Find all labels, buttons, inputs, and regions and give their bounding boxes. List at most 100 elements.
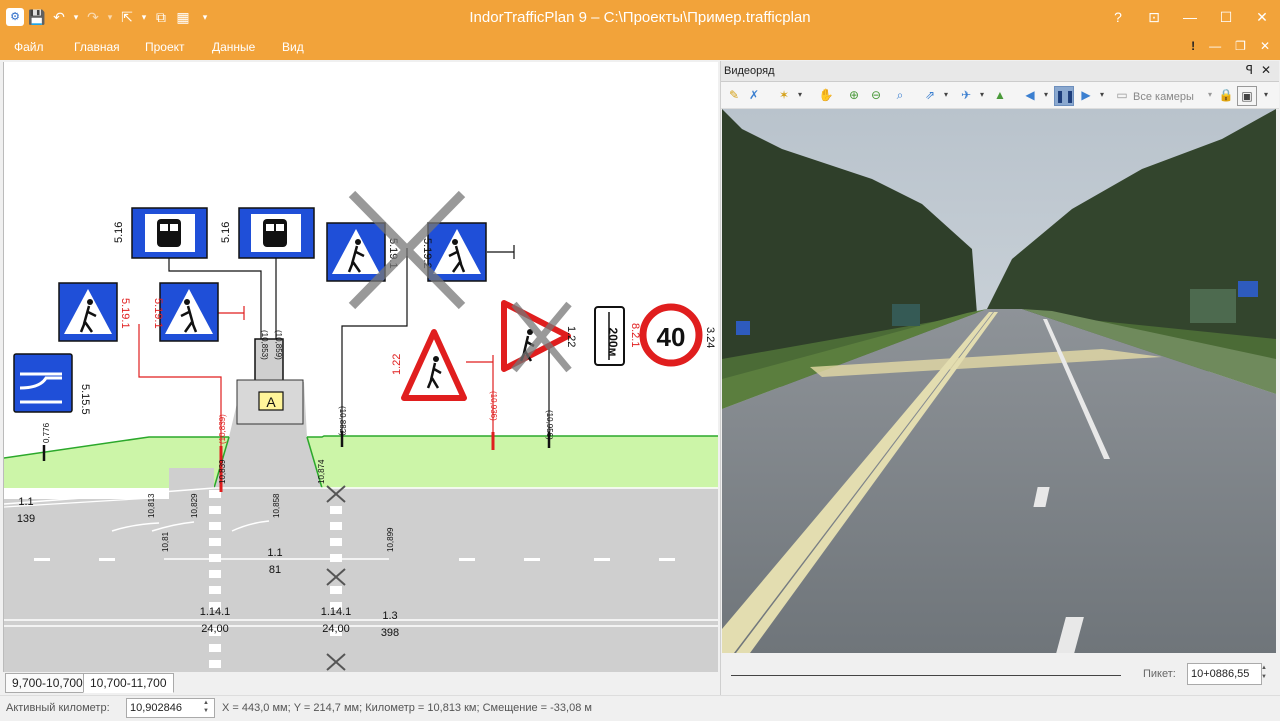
zoom-in-icon[interactable]: ⊕ (845, 86, 863, 104)
landscape-icon[interactable]: ▲ (991, 86, 1009, 104)
km-label: 10,81 (161, 531, 170, 552)
video-panel-title: Видеоряд (724, 65, 775, 77)
road-photo (722, 109, 1276, 653)
marking-code: 1.14.1 (200, 606, 231, 618)
pause-button[interactable]: ❚❚ (1054, 86, 1075, 106)
active-km-spinner[interactable]: ▲ ▼ (200, 699, 212, 717)
km-label: 10,813 (147, 493, 156, 518)
sign-code: 1.22 (565, 326, 577, 347)
ribbon-display-button[interactable]: ⊡ (1136, 0, 1172, 34)
route-dropdown-icon[interactable]: ▾ (937, 86, 955, 104)
pin-icon[interactable]: ꟼ (1246, 63, 1253, 77)
car-dropdown-icon[interactable]: ▾ (973, 86, 991, 104)
sign-5-15-5[interactable]: 5.15.5 (13, 353, 91, 415)
km-label: 10,839 (218, 459, 227, 484)
km-label: (10,936) (489, 391, 498, 421)
marking-length: 81 (269, 564, 281, 576)
video-toolbar: ✎ ✗ ✶ ▾ ✋ ⊕ ⊖ ⌕ ⇗ ▾ ✈ ▾ ▲ ◀ ▾ ❚❚ ▶ ▾ ▭ В… (721, 82, 1279, 109)
maximize-button[interactable]: ☐ (1208, 0, 1244, 34)
hand-pan-icon[interactable]: ✋ (817, 86, 835, 104)
clear-video-icon[interactable]: ✗ (745, 86, 763, 104)
lock-icon[interactable]: 🔒 (1217, 86, 1235, 104)
sign-code: 5.19.1 (119, 298, 131, 329)
help-button[interactable]: ? (1100, 0, 1136, 34)
title-bar: ⚙ 💾 ↶ ▾ ↷ ▾ ⇱ ▾ ⧉ ▦ ▾ IndorTrafficPlan 9… (0, 0, 1280, 36)
ribbon-tabs: Файл Главная Проект Данные Вид ! — ❐ ✕ (0, 36, 1280, 60)
plan-canvas[interactable]: А 5.15.5 5.19.1 5.19.1 5.16 5.16 5.19.1 … (3, 62, 718, 672)
tab-sheet-2[interactable]: 10,700-11,700 (83, 673, 174, 693)
menu-project[interactable]: Проект (145, 40, 185, 54)
window-controls: ? ⊡ — ☐ ✕ (1100, 0, 1280, 34)
sign-code: 3.24 (704, 327, 716, 348)
snapshot-dropdown-icon[interactable]: ▾ (1257, 86, 1275, 104)
zoom-out-icon[interactable]: ⊖ (867, 86, 885, 104)
minimize-button[interactable]: — (1172, 0, 1208, 34)
video-timeline: Пикет: 10+0886,55 ▲ ▼ (721, 657, 1279, 695)
sign-code: 8.2.1 (629, 323, 641, 347)
km-label: (10,839) (218, 414, 227, 444)
km-label: (10,859) (274, 330, 283, 360)
km-label: 10,829 (190, 493, 199, 518)
sign-5-16-b[interactable]: 5.16 (220, 207, 315, 259)
sheet-tabs: 9,700-10,700 10,700-11,700 (3, 672, 717, 694)
sign-3-24-speed-limit[interactable]: 40 3.24 (639, 303, 716, 367)
doc-close-button[interactable]: ✕ (1260, 39, 1270, 53)
camera-select[interactable]: Все камеры (1133, 91, 1194, 103)
sign-code: 5.16 (113, 222, 125, 243)
play-dropdown-icon[interactable]: ▾ (1093, 86, 1111, 104)
video-panel-header: Видеоряд ꟼ ✕ (721, 61, 1279, 82)
picket-label: Пикет: (1143, 668, 1176, 680)
step-back-dropdown-icon[interactable]: ▾ (1037, 86, 1055, 104)
plate-distance: 200м (606, 328, 620, 357)
snapshot-icon[interactable]: ▣ (1237, 86, 1257, 106)
sign-code: 5.16 (220, 222, 232, 243)
km-label: (10,956) (545, 410, 554, 440)
marking-code: 1.14.1 (321, 606, 352, 618)
effects-dropdown-icon[interactable]: ▾ (791, 86, 809, 104)
close-button[interactable]: ✕ (1244, 0, 1280, 34)
verge-area (4, 436, 718, 488)
sign-1-22-a[interactable]: 1.22 (391, 329, 467, 401)
window-title: IndorTrafficPlan 9 – C:\Проекты\Пример.t… (469, 9, 811, 26)
menu-home[interactable]: Главная (74, 40, 120, 54)
sign-5-19-1-a[interactable]: 5.19.1 (58, 282, 131, 342)
cursor-coordinates: X = 443,0 мм; Y = 214,7 мм; Километр = 1… (222, 702, 592, 714)
camera-list-icon[interactable]: ▭ (1113, 86, 1131, 104)
menu-view[interactable]: Вид (282, 40, 304, 54)
video-panel: Видеоряд ꟼ ✕ ✎ ✗ ✶ ▾ ✋ ⊕ ⊖ ⌕ ⇗ ▾ ✈ ▾ ▲ ◀… (720, 61, 1279, 695)
km-label: 10,874 (317, 459, 326, 484)
marking-length: 139 (17, 513, 35, 525)
doc-restore-button[interactable]: ❐ (1235, 39, 1246, 53)
picket-spinner[interactable]: ▲ ▼ (1261, 664, 1267, 682)
marking-length: 24,00 (322, 623, 350, 635)
speed-value: 40 (657, 322, 686, 352)
km-label: 0,776 (42, 422, 51, 443)
doc-window-controls: ! — ❐ ✕ (1191, 39, 1270, 53)
timeline-track[interactable] (731, 675, 1121, 676)
menu-data[interactable]: Данные (212, 40, 255, 54)
doc-minimize-button[interactable]: — (1209, 39, 1221, 53)
status-bar: Активный километр: 10,902846 ▲ ▼ X = 443,… (0, 695, 1280, 721)
video-frame[interactable] (722, 109, 1276, 653)
sign-5-16-a[interactable]: 5.16 (113, 207, 208, 259)
tab-sheet-1[interactable]: 9,700-10,700 (5, 673, 90, 693)
km-label: (10,882) (338, 406, 347, 436)
bus-stop-label: А (266, 394, 276, 410)
menu-file[interactable]: Файл (14, 40, 44, 54)
sign-5-19-1-b[interactable]: 5.19.1 (152, 282, 219, 342)
panel-close-icon[interactable]: ✕ (1261, 63, 1271, 77)
load-video-icon[interactable]: ✎ (725, 86, 743, 104)
traffic-plan-drawing[interactable]: А 5.15.5 5.19.1 5.19.1 5.16 5.16 5.19.1 … (4, 62, 718, 672)
sign-code: 1.22 (391, 354, 403, 375)
km-label: 10,899 (386, 527, 395, 552)
alert-icon[interactable]: ! (1191, 39, 1195, 53)
sign-code: 5.15.5 (79, 384, 91, 415)
picket-input[interactable]: 10+0886,55 (1187, 663, 1262, 685)
zoom-fit-icon[interactable]: ⌕ (891, 86, 909, 104)
active-km-label: Активный километр: (6, 702, 110, 714)
km-label: 10,858 (272, 493, 281, 518)
marking-length: 398 (381, 627, 399, 639)
km-label: (10,853) (260, 330, 269, 360)
marking-code: 1.3 (382, 610, 397, 622)
sign-8-2-1-plate[interactable]: 200м 8.2.1 (594, 306, 641, 366)
